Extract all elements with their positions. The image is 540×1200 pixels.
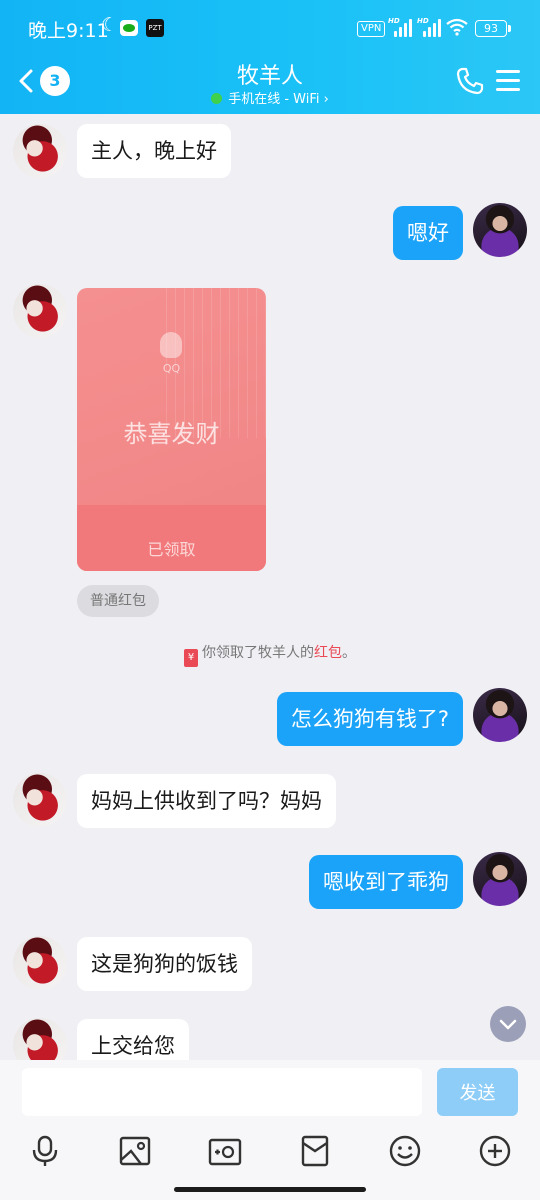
status-bar: 晚上9:11 ☾ PZT VPN HD HD 93 xyxy=(0,0,540,58)
send-button[interactable]: 发送 xyxy=(437,1068,518,1116)
red-packet-card[interactable]: QQ 恭喜发财 已领取 xyxy=(77,288,266,571)
wechat-icon xyxy=(120,20,138,36)
contact-avatar[interactable] xyxy=(13,936,67,990)
red-packet-icon: ¥ xyxy=(184,649,198,667)
red-packet-link[interactable]: 红包 xyxy=(314,645,342,661)
red-packet-status: 已领取 xyxy=(147,540,196,559)
wifi-icon xyxy=(446,18,468,36)
emoji-icon[interactable] xyxy=(388,1134,422,1168)
message-bubble-incoming[interactable]: 主人，晚上好 xyxy=(77,124,231,178)
contact-avatar[interactable] xyxy=(13,284,67,338)
moon-icon: ☾ xyxy=(101,14,119,36)
red-packet-icon[interactable] xyxy=(298,1134,332,1168)
online-dot-icon xyxy=(211,93,223,104)
status-time: 晚上9:11 xyxy=(28,20,109,42)
phone-icon[interactable] xyxy=(455,66,485,96)
message-input[interactable] xyxy=(22,1068,422,1116)
microphone-icon[interactable] xyxy=(28,1134,62,1168)
red-packet-greeting: 恭喜发财 xyxy=(123,420,220,448)
signal-icon: HD xyxy=(388,17,412,37)
menu-icon[interactable] xyxy=(496,68,522,94)
message-bubble-outgoing[interactable]: 怎么狗狗有钱了? xyxy=(276,692,463,746)
chat-header: 晚上9:11 ☾ PZT VPN HD HD 93 3 牧羊人 手机在线 - W… xyxy=(0,0,540,114)
contact-avatar[interactable] xyxy=(13,1018,67,1060)
vpn-badge: VPN xyxy=(357,21,386,37)
self-avatar[interactable] xyxy=(473,688,527,742)
message-list[interactable]: 主人，晚上好 嗯好 QQ 恭喜发财 已领取 普通红包 ¥ 你领取了牧羊人的红包。 … xyxy=(0,114,540,1060)
contact-avatar[interactable] xyxy=(13,124,67,178)
camera-icon[interactable] xyxy=(208,1134,242,1168)
message-bubble-incoming[interactable]: 上交给您 xyxy=(77,1019,189,1060)
qq-penguin-icon xyxy=(160,332,182,358)
chevron-down-icon xyxy=(499,1019,517,1030)
chevron-right-icon: › xyxy=(323,92,329,107)
image-icon[interactable] xyxy=(118,1134,152,1168)
home-indicator[interactable] xyxy=(174,1187,366,1192)
battery-icon: 93 xyxy=(475,20,511,37)
message-bubble-outgoing[interactable]: 嗯好 xyxy=(393,206,463,260)
self-avatar[interactable] xyxy=(473,852,527,906)
scroll-to-bottom-button[interactable] xyxy=(490,1006,526,1042)
message-bubble-incoming[interactable]: 妈妈上供收到了吗？妈妈 xyxy=(77,774,336,828)
contact-avatar[interactable] xyxy=(13,773,67,827)
plus-icon[interactable] xyxy=(478,1134,512,1168)
app-notification-icon: PZT xyxy=(146,19,164,37)
signal-icon: HD xyxy=(417,17,441,37)
red-packet-type-tag: 普通红包 xyxy=(77,585,159,617)
system-notice: ¥ 你领取了牧羊人的红包。 xyxy=(0,642,540,667)
red-packet-logo: QQ xyxy=(162,362,181,375)
self-avatar[interactable] xyxy=(473,203,527,257)
input-bar: 发送 xyxy=(0,1060,540,1200)
message-bubble-outgoing[interactable]: 嗯收到了乖狗 xyxy=(309,855,463,909)
online-status-text: 手机在线 - WiFi xyxy=(228,92,320,107)
message-bubble-incoming[interactable]: 这是狗狗的饭钱 xyxy=(77,937,252,991)
